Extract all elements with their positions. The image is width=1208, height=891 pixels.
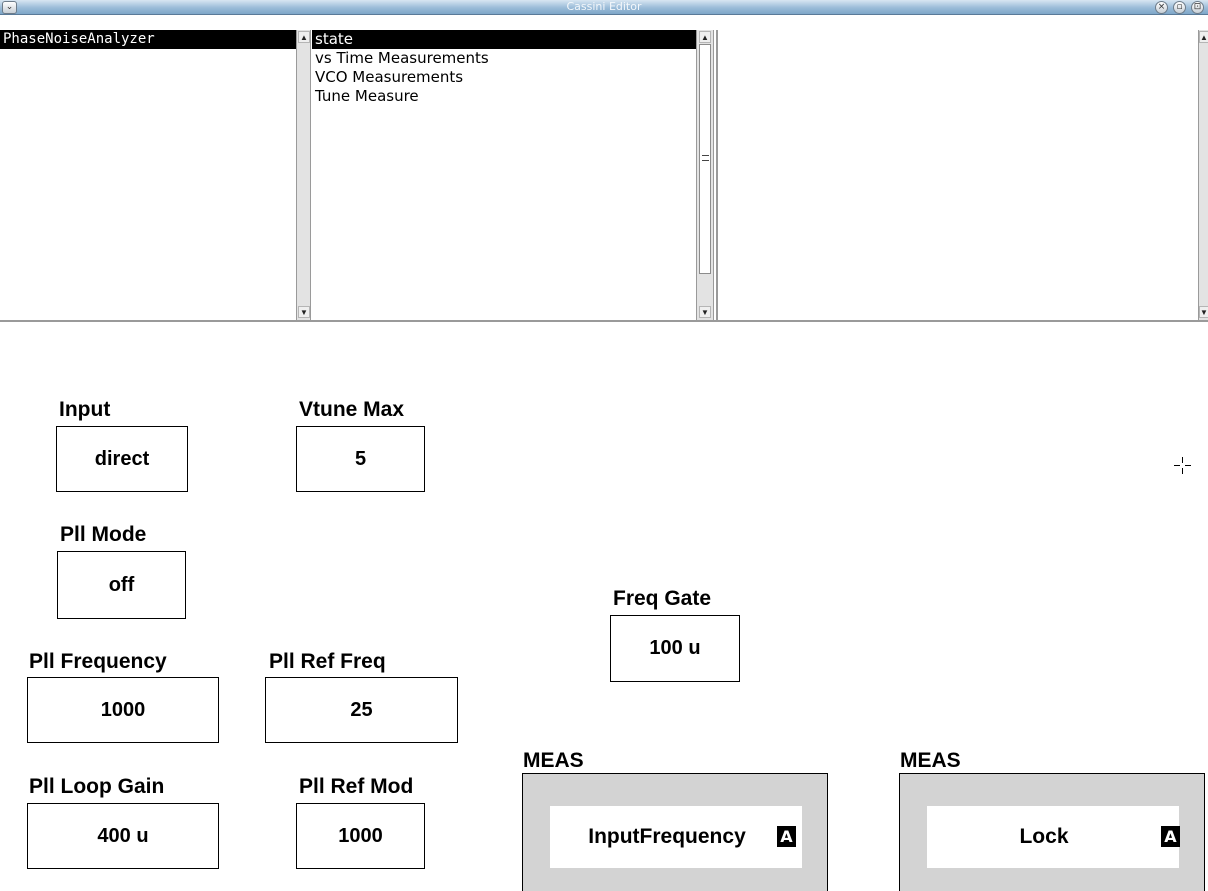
scroll-up-icon[interactable]: ▲ [1199, 31, 1208, 43]
crosshair-cursor-icon [1174, 457, 1191, 474]
pll-loop-gain-label: Pll Loop Gain [29, 775, 165, 798]
meas-label: MEAS [900, 749, 961, 772]
freq-gate-label: Freq Gate [613, 587, 712, 610]
pll-ref-freq-field[interactable]: 25 [265, 677, 458, 743]
tree-scrollbar[interactable]: ▲ ▼ [296, 30, 311, 320]
scroll-up-icon[interactable]: ▲ [699, 31, 711, 43]
meas-value-input-frequency[interactable]: InputFrequency A [550, 806, 802, 868]
autoscale-badge-icon[interactable]: A [777, 826, 796, 847]
scroll-up-icon[interactable]: ▲ [298, 31, 310, 43]
pll-ref-mod-field[interactable]: 1000 [296, 803, 425, 869]
scroll-down-icon[interactable]: ▼ [699, 306, 711, 318]
vtune-max-field[interactable]: 5 [296, 426, 425, 492]
meas-value-text: InputFrequency [588, 825, 746, 848]
pll-ref-mod-label: Pll Ref Mod [299, 775, 414, 798]
grip-icon [702, 155, 709, 161]
tree-list[interactable]: PhaseNoiseAnalyzer [0, 30, 296, 320]
pll-mode-field[interactable]: off [57, 551, 186, 619]
meas-panel-lock[interactable]: Lock A [899, 773, 1205, 891]
detail-list[interactable] [716, 30, 1198, 320]
category-item-tune[interactable]: Tune Measure [312, 87, 696, 106]
scroll-down-icon[interactable]: ▼ [1199, 306, 1208, 318]
browser-lists: PhaseNoiseAnalyzer ▲ ▼ state vs Time Mea… [0, 30, 1208, 322]
scroll-thumb[interactable] [699, 44, 711, 274]
meas-label: MEAS [523, 749, 584, 772]
pll-mode-label: Pll Mode [60, 523, 147, 546]
meas-value-lock[interactable]: Lock A [927, 806, 1180, 868]
pll-loop-gain-field[interactable]: 400 u [27, 803, 219, 869]
input-field[interactable]: direct [56, 426, 188, 492]
meas-panel-input-frequency[interactable]: InputFrequency A [522, 773, 828, 891]
pll-frequency-label: Pll Frequency [29, 650, 167, 673]
window-title: Cassini Editor [566, 0, 642, 13]
pll-frequency-field[interactable]: 1000 [27, 677, 219, 743]
vtune-max-label: Vtune Max [299, 398, 405, 421]
maximize-icon[interactable]: ⊡ [1191, 1, 1204, 14]
scroll-down-icon[interactable]: ▼ [298, 306, 310, 318]
autoscale-badge-icon[interactable]: A [1161, 826, 1180, 847]
minimize-icon[interactable]: ▫ [1173, 1, 1186, 14]
tree-item-phasenoiseanalyzer[interactable]: PhaseNoiseAnalyzer [0, 30, 296, 49]
input-label: Input [59, 398, 111, 421]
close-icon[interactable]: × [1155, 1, 1168, 14]
meas-value-text: Lock [1019, 825, 1069, 848]
category-scrollbar[interactable]: ▲ ▼ [696, 30, 714, 320]
freq-gate-field[interactable]: 100 u [610, 615, 740, 682]
category-item-vs-time[interactable]: vs Time Measurements [312, 49, 696, 68]
detail-scrollbar[interactable]: ▲ ▼ [1198, 30, 1208, 320]
category-list[interactable]: state vs Time Measurements VCO Measureme… [312, 30, 696, 320]
category-item-vco[interactable]: VCO Measurements [312, 68, 696, 87]
pll-ref-freq-label: Pll Ref Freq [269, 650, 386, 673]
category-item-state[interactable]: state [312, 30, 696, 49]
title-bar: ⌄ Cassini Editor × ▫ ⊡ [0, 0, 1208, 15]
